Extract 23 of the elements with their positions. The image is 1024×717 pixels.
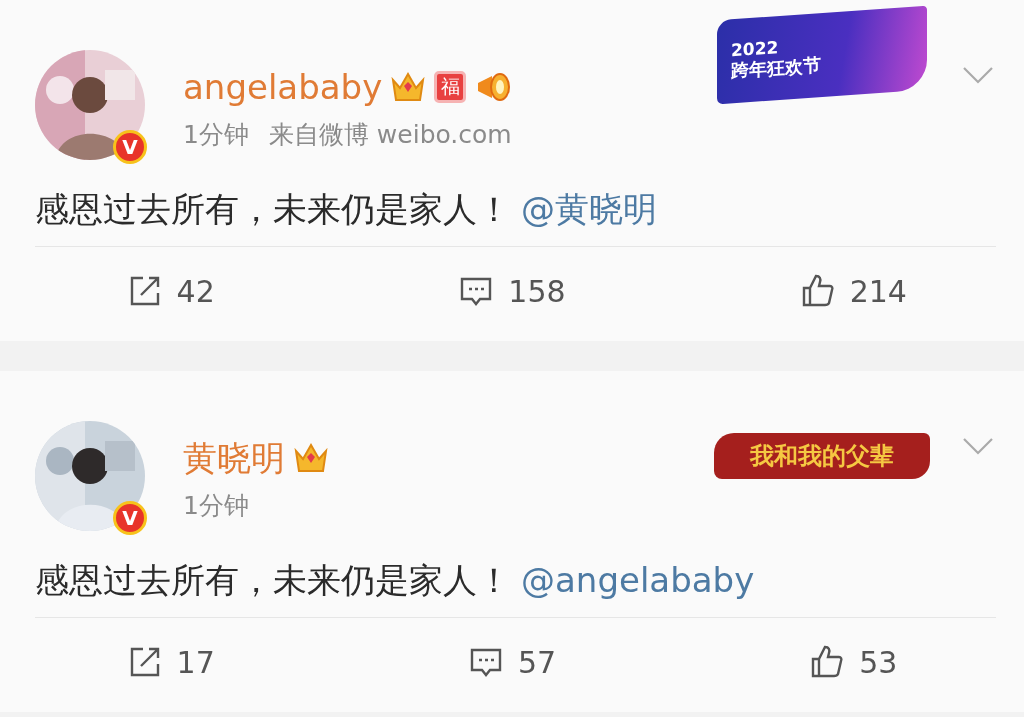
- crown-icon: [390, 70, 427, 104]
- comment-count[interactable]: 158: [508, 273, 566, 309]
- post-time: 1分钟: [183, 119, 249, 151]
- post-time: 1分钟: [183, 490, 249, 522]
- chevron-down-icon[interactable]: [962, 66, 994, 84]
- chevron-down-icon[interactable]: [962, 437, 994, 455]
- post-source: 来自微博 weibo.com: [268, 119, 512, 151]
- mention-link[interactable]: @黄晓明: [521, 189, 657, 229]
- like-count[interactable]: 53: [859, 644, 898, 680]
- post-text: 感恩过去所有，未来仍是家人！: [35, 189, 511, 229]
- verified-badge: V: [113, 501, 147, 535]
- mention-link[interactable]: @angelababy: [521, 560, 755, 600]
- fu-badge: 福: [434, 71, 467, 103]
- thumbs-up-icon: [809, 644, 846, 680]
- like-count[interactable]: 214: [849, 273, 907, 309]
- repost-count[interactable]: 42: [176, 273, 215, 309]
- comment-count[interactable]: 57: [517, 644, 557, 680]
- post-text: 感恩过去所有，未来仍是家人！: [35, 560, 511, 600]
- verified-badge: V: [113, 130, 147, 164]
- crown-icon: [293, 441, 329, 475]
- repost-count[interactable]: 17: [176, 644, 215, 680]
- banner-title: 我和我的父辈: [750, 441, 894, 472]
- banner-year: 2022: [731, 36, 779, 61]
